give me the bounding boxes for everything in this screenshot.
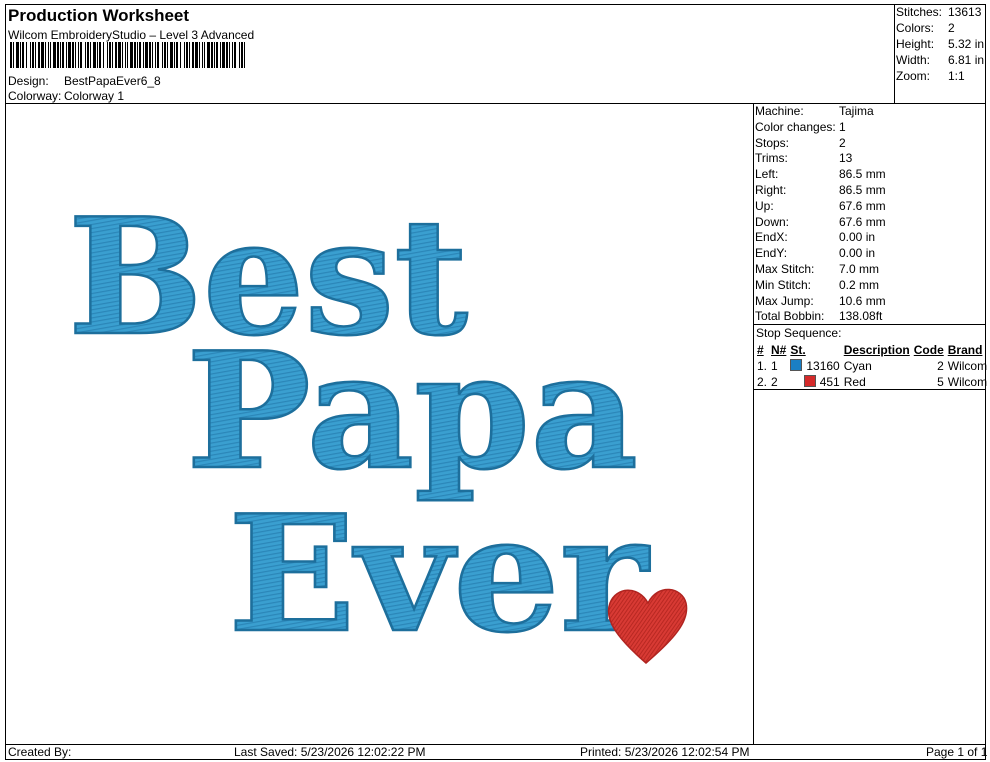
row-brand: Wilcom [947, 359, 988, 373]
stat-stitches: Stitches: 13613 [896, 5, 982, 19]
machine-info-value: 10.6 mm [839, 293, 886, 308]
machine-info-value: 138.08ft [839, 309, 883, 324]
machine-info-row: EndX: 0.00 in [755, 230, 886, 246]
machine-info-label: Max Jump: [755, 293, 814, 308]
row-needle: 1 [771, 359, 778, 373]
machine-info-value: 86.5 mm [839, 167, 886, 182]
machine-info-label: Machine: [755, 104, 804, 118]
machine-info-row: Color changes: 1 [755, 120, 886, 136]
machine-info-label: Stops: [755, 135, 790, 150]
stat-colors: Colors: 2 [896, 21, 955, 35]
machine-info-value: 0.00 in [839, 230, 876, 245]
stitch-count: 13160 [806, 359, 840, 373]
machine-info-row: Right: 86.5 mm [755, 183, 886, 199]
machine-info-value: 67.6 mm [839, 198, 886, 213]
row-index: 2. [757, 375, 768, 389]
colorway-value: Colorway 1 [64, 89, 125, 103]
machine-info-value: 0.00 in [839, 246, 876, 261]
machine-info-label: Left: [755, 167, 779, 182]
colorway-label: Colorway: [8, 89, 62, 103]
col-stitches: St. [790, 343, 806, 357]
machine-info-row: Total Bobbin: 138.08ft [755, 309, 886, 325]
col-index: # [757, 343, 764, 357]
machine-info-label: Down: [755, 214, 790, 229]
stop-table-header: # N# St. Description Code Brand [755, 342, 989, 358]
app-subtitle: Wilcom EmbroideryStudio – Level 3 Advanc… [8, 28, 255, 42]
design-value: BestPapaEver6_8 [64, 74, 161, 88]
machine-info-row: Up: 67.6 mm [755, 199, 886, 215]
table-row: 1. 1 13160 Cyan 2 Wilcom [755, 358, 989, 374]
col-needle: N# [771, 343, 787, 357]
machine-info-label: Up: [755, 198, 774, 213]
footer-created-by: Created By: [8, 745, 72, 759]
machine-info-row: Max Stitch: 7.0 mm [755, 262, 886, 278]
machine-info-row: Down: 67.6 mm [755, 215, 886, 231]
row-code: 2 [937, 359, 944, 373]
machine-info-row: Min Stitch: 0.2 mm [755, 278, 886, 294]
machine-info-label: Color changes: [755, 119, 836, 134]
row-code: 5 [937, 375, 944, 389]
machine-info-row: Left: 86.5 mm [755, 167, 886, 183]
stat-zoom: Zoom: 1:1 [896, 69, 965, 83]
row-description: Red [843, 375, 866, 389]
design-label: Design: [8, 74, 49, 88]
design-word-ever: Ever [228, 480, 650, 668]
machine-info-row: EndY: 0.00 in [755, 246, 886, 262]
page-title: Production Worksheet [8, 6, 190, 25]
colorway-row: Colorway: Colorway 1 [8, 89, 124, 103]
machine-info-row: Stops: 2 [755, 136, 886, 152]
stats-divider [894, 4, 895, 104]
machine-info-value: Tajima [839, 104, 874, 118]
color-swatch [803, 375, 816, 387]
machine-info-label: EndX: [755, 230, 788, 245]
table-row: 2. 2 451 Red 5 Wilcom [755, 374, 989, 390]
machine-info-value: 0.2 mm [839, 277, 880, 292]
row-description: Cyan [843, 359, 872, 373]
machine-info-row: Max Jump: 10.6 mm [755, 294, 886, 310]
machine-info-label: Trims: [755, 151, 788, 166]
machine-info-value: 2 [839, 135, 846, 150]
row-index: 1. [757, 359, 768, 373]
machine-info-label: Right: [755, 182, 787, 197]
barcode-image [10, 42, 245, 68]
stop-sequence-title: Stop Sequence: [756, 326, 842, 340]
machine-info-label: Min Stitch: [755, 277, 812, 292]
stitch-count: 451 [819, 375, 840, 389]
row-stitches: 451 [788, 374, 841, 390]
machine-info-label: Max Stitch: [755, 261, 815, 276]
col-code: Code [913, 343, 944, 357]
machine-info-value: 86.5 mm [839, 182, 886, 197]
stats-box: Stitches: 13613 Colors: 2 Height: 5.32 in W… [896, 4, 984, 84]
machine-info-value: 1 [839, 119, 846, 134]
machine-info-row: Trims: 13 [755, 151, 886, 167]
machine-info-label: Total Bobbin: [755, 309, 825, 324]
footer-page: Page 1 of 1 [926, 745, 988, 759]
machine-info-row: Machine: Tajima [755, 104, 886, 120]
col-brand: Brand [947, 343, 983, 357]
stop-sequence-table: # N# St. Description Code Brand 1. 1 13160… [755, 342, 989, 390]
row-brand: Wilcom [947, 375, 988, 389]
stat-height: Height: 5.32 in [896, 37, 985, 51]
machine-info-label: EndY: [755, 246, 788, 261]
machine-info-value: 7.0 mm [839, 261, 880, 276]
col-description: Description [843, 343, 910, 357]
row-needle: 2 [771, 375, 778, 389]
design-row: Design: BestPapaEver6_8 [8, 74, 161, 88]
machine-info-value: 67.6 mm [839, 214, 886, 229]
stat-width: Width: 6.81 in [896, 53, 985, 67]
row-stitches: 13160 [788, 358, 841, 374]
color-swatch [790, 359, 803, 371]
machine-info-panel: Machine: Tajima Color changes: 1 Stops: 2 Trim… [755, 104, 886, 325]
footer-last-saved: Last Saved: 5/23/2026 12:02:22 PM [234, 745, 426, 759]
design-preview: Best Papa Ever [67, 182, 688, 669]
machine-info-value: 13 [839, 151, 853, 166]
footer-printed: Printed: 5/23/2026 12:02:54 PM [580, 745, 750, 759]
design-word-papa: Papa [186, 317, 638, 505]
